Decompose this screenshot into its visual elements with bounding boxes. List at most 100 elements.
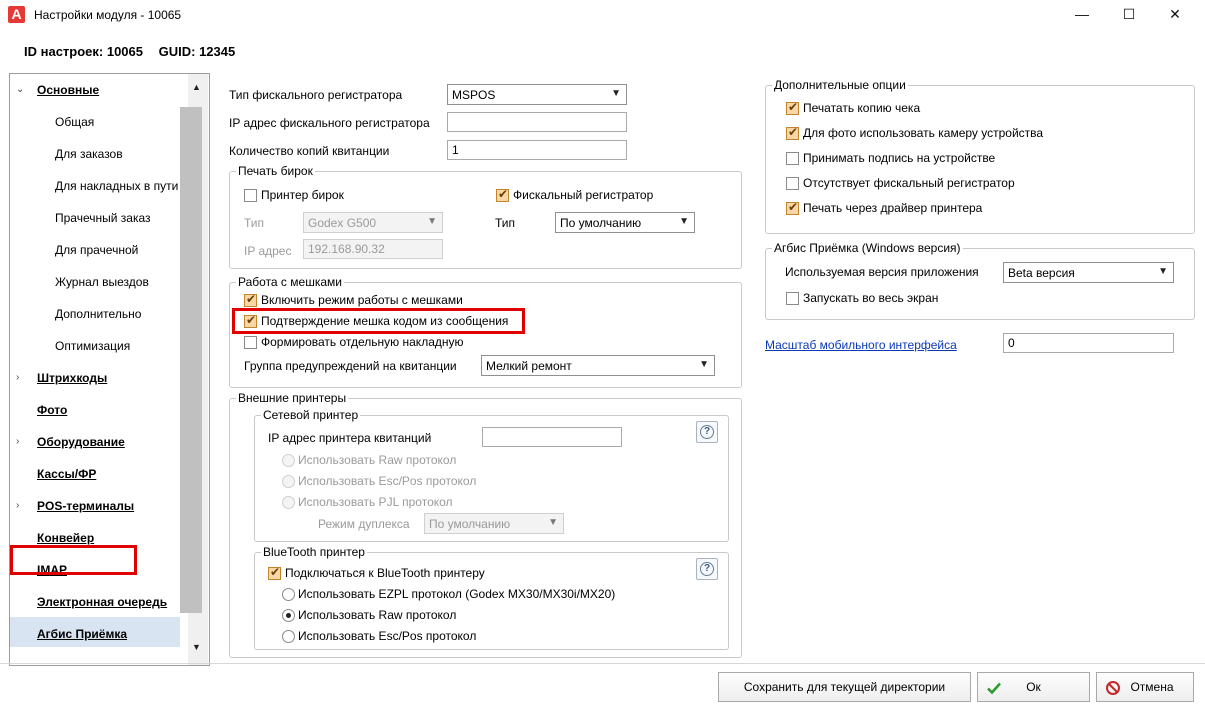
extra-option-checkbox[interactable] <box>786 125 799 140</box>
save-directory-button[interactable]: Сохранить для текущей директории <box>718 672 971 702</box>
settings-nav-tree: Основные ⌄ Общая Для заказов Для накладных в… <box>9 73 210 666</box>
bluetooth-ezpl-radio[interactable] <box>282 588 295 601</box>
chevron-down-icon: ▼ <box>699 359 709 370</box>
maximize-button[interactable]: ☐ <box>1106 0 1152 30</box>
scroll-up-icon[interactable]: ▲ <box>192 82 201 92</box>
network-pjl-label: Использовать PJL протокол <box>298 495 453 509</box>
mobile-scale-input[interactable]: 0 <box>1003 333 1174 353</box>
copies-input[interactable]: 1 <box>447 140 627 160</box>
chevron-right-icon[interactable]: › <box>16 367 19 389</box>
fullscreen-label: Запускать во весь экран <box>803 291 939 305</box>
tag-type-select[interactable]: Godex G500 ▼ <box>303 212 443 233</box>
nav-item[interactable]: Электронная очередь <box>37 591 167 613</box>
bluetooth-escpos-radio[interactable] <box>282 630 295 643</box>
nav-item[interactable]: Дополнительно <box>55 303 141 325</box>
bags-title: Работа с мешками <box>236 275 344 289</box>
network-help-button[interactable]: ? <box>696 421 718 443</box>
bags-enable-checkbox[interactable] <box>244 292 257 307</box>
bluetooth-printer-group: BlueTooth принтер ? Подключаться к BlueT… <box>254 545 729 650</box>
nav-item[interactable]: Фото <box>37 399 67 421</box>
minimize-button[interactable]: — <box>1059 0 1105 30</box>
network-raw-label: Использовать Raw протокол <box>298 453 457 467</box>
nav-item[interactable]: Общая <box>55 111 94 133</box>
chevron-down-icon: ▼ <box>611 88 621 99</box>
bluetooth-escpos-label: Использовать Esc/Pos протокол <box>298 629 477 643</box>
nav-item[interactable]: Основные <box>37 79 99 101</box>
chevron-down-icon[interactable]: ⌄ <box>16 79 24 101</box>
nav-item[interactable]: Штрихкоды <box>37 367 107 389</box>
bags-enable-label: Включить режим работы с мешками <box>261 293 463 307</box>
agbis-windows-title: Агбис Приёмка (Windows версия) <box>772 241 963 255</box>
bluetooth-help-button[interactable]: ? <box>696 558 718 580</box>
external-printers-group: Внешние принтеры Сетевой принтер IP адре… <box>229 391 742 658</box>
nav-item[interactable]: Агбис Приёмка <box>37 623 127 645</box>
nav-item[interactable]: Оборудование <box>37 431 125 453</box>
nav-item[interactable]: Для накладных в пути <box>55 175 178 197</box>
fullscreen-checkbox[interactable] <box>786 292 799 305</box>
app-version-select[interactable]: Beta версия ▼ <box>1003 262 1174 283</box>
warn-group-select[interactable]: Мелкий ремонт ▼ <box>481 355 715 376</box>
fiscal-type-select[interactable]: MSPOS ▼ <box>447 84 627 105</box>
nav-item[interactable]: Прачечный заказ <box>55 207 151 229</box>
tag-fiscal-checkbox[interactable] <box>496 187 509 202</box>
cancel-button[interactable]: Отмена <box>1096 672 1194 702</box>
nav-item[interactable]: Оптимизация <box>55 335 130 357</box>
tag-ip-input[interactable]: 192.168.90.32 <box>303 239 443 259</box>
chevron-down-icon: ▼ <box>548 517 558 528</box>
checkmark-icon <box>987 682 1001 695</box>
fiscal-type-label: Тип фискального регистратора <box>229 88 403 102</box>
extra-option-checkbox[interactable] <box>786 200 799 215</box>
bags-separate-label: Формировать отдельную накладную <box>261 335 464 349</box>
right-edge <box>1199 30 1205 660</box>
duplex-label: Режим дуплекса <box>318 517 410 531</box>
ok-button[interactable]: Ок <box>977 672 1090 702</box>
duplex-value: По умолчанию <box>429 517 511 531</box>
guid-label: GUID: 12345 <box>158 44 236 59</box>
nav-scroll-thumb[interactable] <box>180 107 202 613</box>
cancel-label: Отмена <box>1130 680 1174 694</box>
warn-group-value: Мелкий ремонт <box>486 359 572 373</box>
bluetooth-connect-label: Подключаться к BlueTooth принтеру <box>285 566 485 580</box>
nav-item[interactable]: POS-терминалы <box>37 495 134 517</box>
extra-option-label: Печать через драйвер принтера <box>803 201 983 215</box>
bluetooth-connect-checkbox[interactable] <box>268 565 281 580</box>
external-printers-title: Внешние принтеры <box>236 391 349 405</box>
tag-printer-label: Принтер бирок <box>261 188 344 202</box>
extra-options-group: Дополнительные опции Печатать копию чека… <box>765 78 1195 234</box>
network-escpos-radio[interactable] <box>282 475 295 488</box>
close-button[interactable]: ✕ <box>1152 0 1198 30</box>
extra-option-checkbox[interactable] <box>786 177 799 190</box>
chevron-down-icon: ▼ <box>1158 266 1168 277</box>
duplex-select[interactable]: По умолчанию ▼ <box>424 513 564 534</box>
tag-printing-title: Печать бирок <box>236 164 315 178</box>
bluetooth-raw-radio[interactable] <box>282 609 295 622</box>
network-raw-radio[interactable] <box>282 454 295 467</box>
network-escpos-label: Использовать Esc/Pos протокол <box>298 474 477 488</box>
nav-item[interactable]: Для прачечной <box>55 239 138 261</box>
bags-separate-checkbox[interactable] <box>244 336 257 349</box>
nav-item[interactable]: Журнал выездов <box>55 271 149 293</box>
settings-id-label: ID настроек: 10065 <box>24 44 143 59</box>
tag-fiscal-type-select[interactable]: По умолчанию ▼ <box>555 212 695 233</box>
tag-type-label: Тип <box>244 216 265 230</box>
chevron-right-icon[interactable]: › <box>16 431 19 453</box>
mobile-scale-link[interactable]: Масштаб мобильного интерфейса <box>765 338 957 352</box>
network-printer-group: Сетевой принтер IP адрес принтера квитан… <box>254 408 729 542</box>
tag-printing-group: Печать бирок Принтер бирок Фискальный ре… <box>229 164 742 269</box>
nav-item[interactable]: Кассы/ФР <box>37 463 96 485</box>
nav-item[interactable]: Для заказов <box>55 143 123 165</box>
tag-printer-checkbox[interactable] <box>244 189 257 202</box>
network-pjl-radio[interactable] <box>282 496 295 509</box>
extra-option-checkbox[interactable] <box>786 100 799 115</box>
chevron-down-icon: ▼ <box>679 216 689 227</box>
receipt-printer-ip-input[interactable] <box>482 427 622 447</box>
extra-option-checkbox[interactable] <box>786 152 799 165</box>
scroll-down-icon[interactable]: ▼ <box>192 642 201 652</box>
chevron-right-icon[interactable]: › <box>16 495 19 517</box>
agbis-windows-group: Агбис Приёмка (Windows версия) Используе… <box>765 241 1195 320</box>
fiscal-ip-input[interactable] <box>447 112 627 132</box>
extra-option-label: Для фото использовать камеру устройства <box>803 126 1044 140</box>
help-icon: ? <box>700 425 714 439</box>
bluetooth-ezpl-label: Использовать EZPL протокол (Godex MX30/M… <box>298 587 616 601</box>
extra-option-label: Принимать подпись на устройстве <box>803 151 996 165</box>
